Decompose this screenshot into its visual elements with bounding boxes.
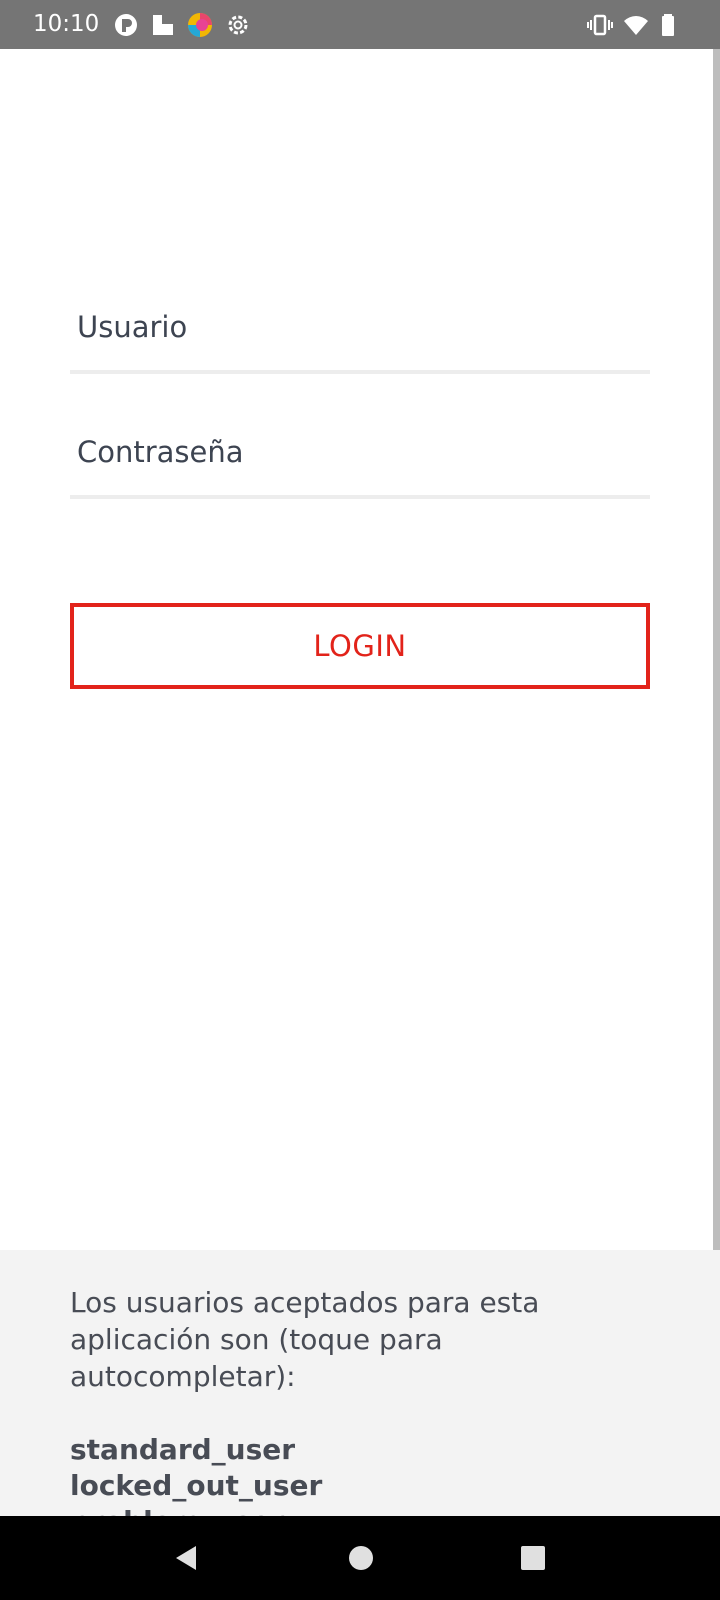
back-button[interactable]: [164, 1536, 208, 1580]
browser-icon: [187, 12, 213, 38]
username-field: [70, 290, 650, 374]
list-item-locked-out-user[interactable]: locked_out_user: [70, 1468, 322, 1504]
status-bar: 10:10: [0, 0, 720, 49]
wifi-icon: [623, 12, 649, 38]
accepted-users-description: Los usuarios aceptados para esta aplicac…: [70, 1286, 540, 1393]
vibrate-icon: [587, 12, 613, 38]
back-icon: [176, 1546, 196, 1570]
accepted-users-panel: Los usuarios aceptados para esta aplicac…: [0, 1250, 720, 1516]
recents-button[interactable]: [511, 1536, 555, 1580]
scrollbar[interactable]: [713, 49, 720, 1271]
password-field: [70, 415, 650, 499]
list-item-standard-user[interactable]: standard_user: [70, 1432, 322, 1468]
list-item-problem-user[interactable]: problem_user: [70, 1504, 322, 1516]
settings-icon: [225, 12, 251, 38]
username-input[interactable]: [77, 290, 637, 364]
app-notification-icon: [113, 12, 139, 38]
password-input[interactable]: [77, 415, 637, 489]
recents-icon: [521, 1546, 545, 1570]
navigation-bar: [0, 1516, 720, 1600]
home-icon: [349, 1546, 373, 1570]
sim-card-icon: [150, 12, 176, 38]
battery-icon: [655, 12, 681, 38]
status-time: 10:10: [33, 11, 100, 37]
user-list: standard_user locked_out_user problem_us…: [70, 1432, 322, 1516]
home-button[interactable]: [339, 1536, 383, 1580]
login-button[interactable]: LOGIN: [70, 603, 650, 689]
